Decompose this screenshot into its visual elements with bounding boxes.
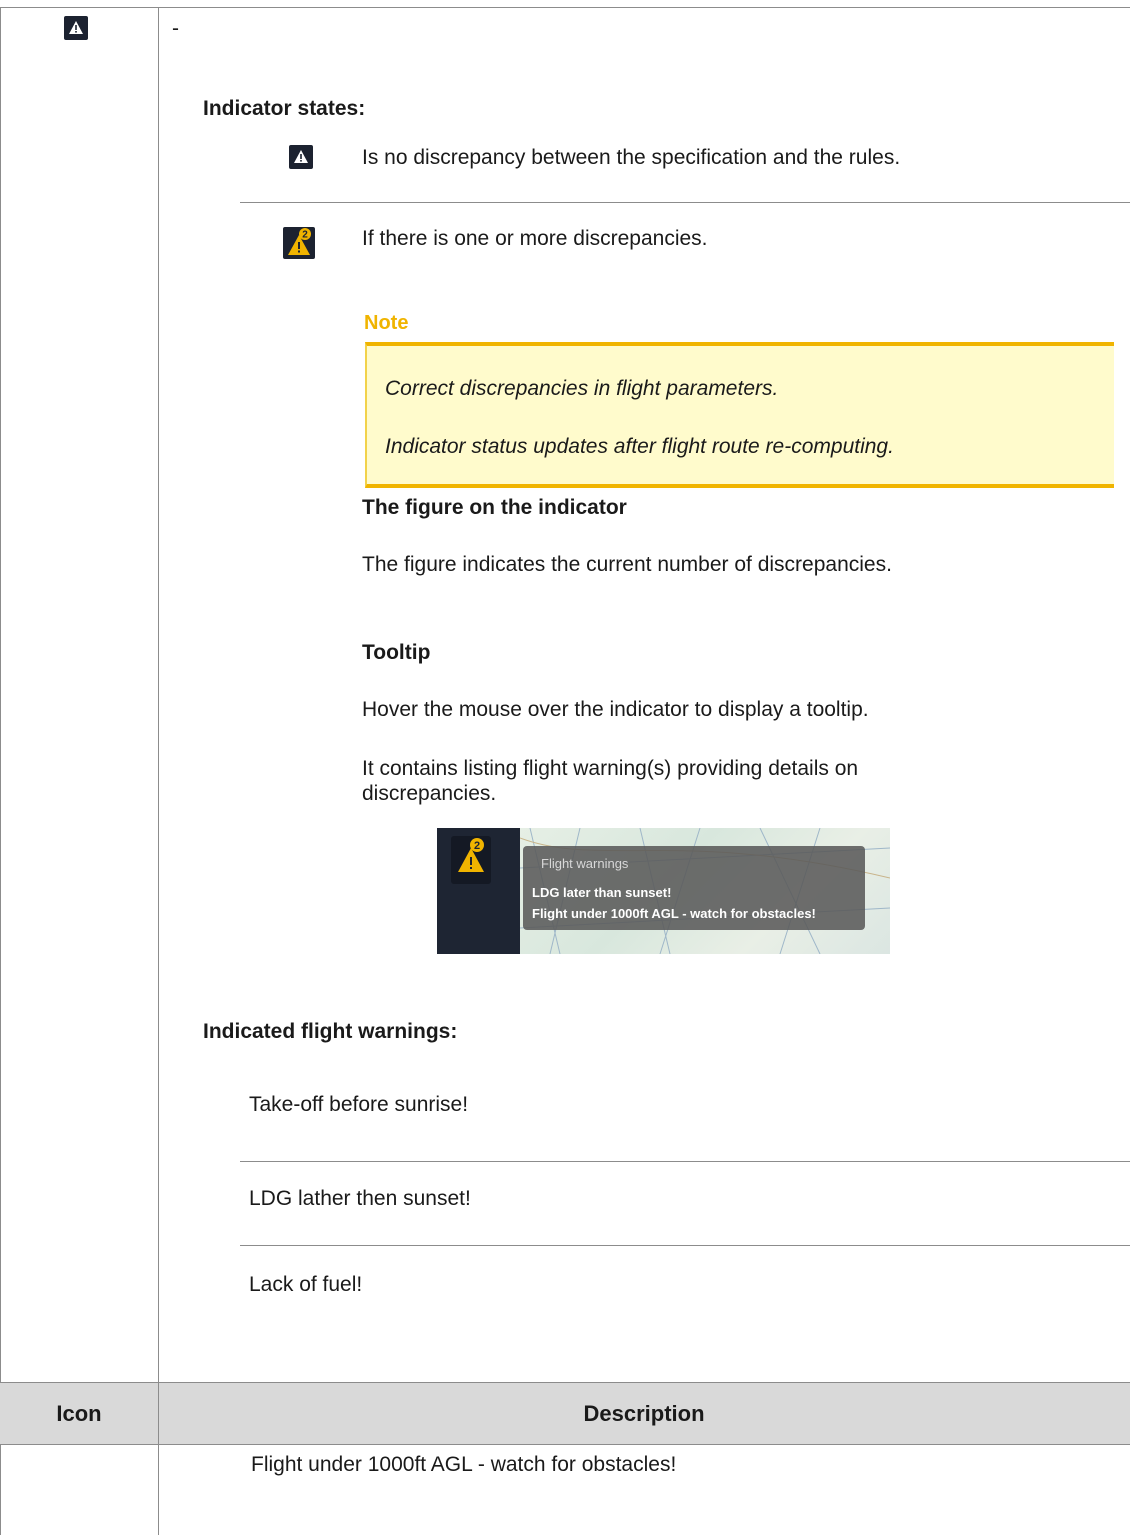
note-line: Indicator status updates after flight ro… [385,435,894,458]
tooltip-popup: Flight warnings LDG later than sunset! F… [523,846,865,930]
tooltip-text-line: discrepancies. [362,782,497,805]
tooltip-warning-line: LDG later than sunset! [532,885,672,900]
top-row-dash: - [172,17,179,40]
tooltip-heading: Tooltip [362,641,431,664]
tooltip-warning-line: Flight under 1000ft AGL - watch for obst… [532,906,816,921]
table-top-border [0,7,1130,8]
header-divider [158,1383,159,1444]
tooltip-count-badge: 2 [474,840,480,852]
header-icon: Icon [56,1401,102,1426]
warning-divider [240,1161,1130,1162]
header-bottom-border [0,1444,1130,1445]
state-no-discrepancy-text: Is no discrepancy between the specificat… [362,146,901,169]
figure-text: The figure indicates the current number … [362,553,892,576]
warnings-heading: Indicated flight warnings: [203,1020,458,1043]
header-top-border [0,1382,1130,1383]
tooltip-text-line: It contains listing flight warning(s) pr… [362,757,859,780]
warning-count-icon: 2 [451,836,491,884]
tooltip-title: Flight warnings [541,856,629,871]
warning-count-icon: 2 [283,227,315,259]
note-box: Correct discrepancies in flight paramete… [365,342,1114,488]
warning-item: Take-off before sunrise! [249,1093,469,1116]
warning-icon [64,16,88,40]
icon-column-divider [158,7,159,1535]
warning-item: Lack of fuel! [249,1273,363,1296]
warning-item: LDG lather then sunset! [249,1187,471,1210]
warning-icon [289,145,313,169]
indicator-states-heading: Indicator states: [203,97,366,120]
bottom-row-text: Flight under 1000ft AGL - watch for obst… [251,1453,677,1476]
header-description: Description [583,1401,705,1426]
tooltip-screenshot: 2 Flight warnings LDG later than sunset!… [437,828,890,954]
note-title: Note [364,312,409,334]
discrepancy-count-badge: 2 [302,230,308,241]
figure-heading: The figure on the indicator [362,496,627,519]
tooltip-text: Hover the mouse over the indicator to di… [362,698,869,721]
state-discrepancy-text: If there is one or more discrepancies. [362,227,708,250]
note-line: Correct discrepancies in flight paramete… [385,377,779,400]
states-divider [240,202,1130,203]
table-header-row: Icon Description [0,1383,1130,1444]
warning-divider [240,1245,1130,1246]
table-left-border [0,7,1,1535]
